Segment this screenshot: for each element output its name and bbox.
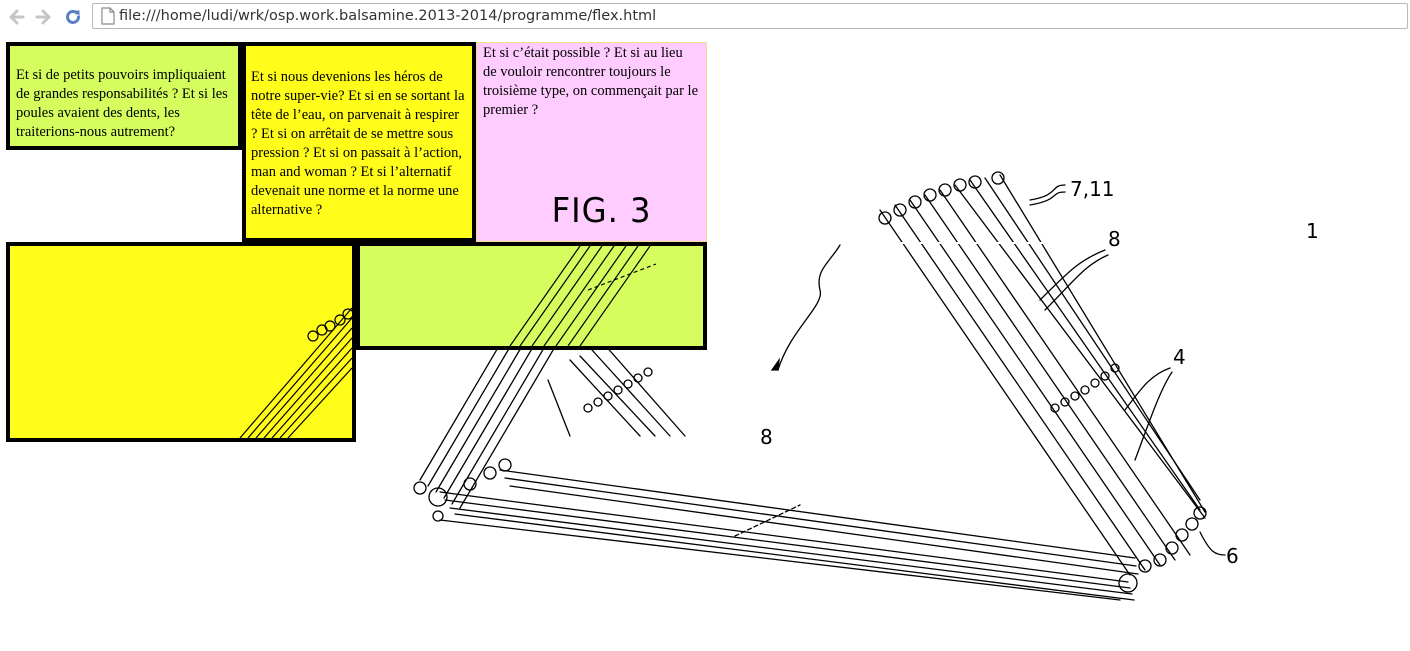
- browser-toolbar: file:///home/ludi/wrk/osp.work.balsamine…: [0, 0, 1410, 34]
- back-button[interactable]: [4, 5, 28, 29]
- box2-text: Et si nous devenions les héros de notre …: [251, 69, 465, 218]
- reload-icon: [66, 9, 80, 24]
- color-box-lime: [356, 242, 707, 350]
- reload-button[interactable]: [61, 5, 85, 29]
- figure-label-4: 4: [1173, 345, 1186, 369]
- back-arrow-icon: [9, 9, 25, 25]
- figure-label-1: 1: [1306, 219, 1319, 243]
- figure-label-7-11: 7,11: [1070, 177, 1115, 201]
- text-box-yellow: Et si nous devenions les héros de notre …: [242, 42, 476, 242]
- url-text[interactable]: file:///home/ludi/wrk/osp.work.balsamine…: [119, 8, 656, 24]
- text-box-lime: Et si de petits pouvoirs impliquaient de…: [6, 42, 242, 150]
- page-icon: [101, 7, 115, 25]
- page-viewport: 7,11 1 4 6 8 8 Et si de petits pouvoirs …: [0, 34, 1410, 651]
- box1-text: Et si de petits pouvoirs impliquaient de…: [16, 67, 228, 140]
- box5-drawing: [509, 246, 657, 346]
- forward-button[interactable]: [32, 5, 56, 29]
- figure-label-6: 6: [1226, 544, 1239, 568]
- address-bar[interactable]: file:///home/ludi/wrk/osp.work.balsamine…: [92, 3, 1408, 29]
- color-box-yellow: [6, 242, 356, 442]
- figure-caption: FIG. 3: [551, 191, 652, 231]
- forward-arrow-icon: [35, 9, 51, 25]
- text-box-pink: Et si c’était possible ? Et si au lieu d…: [476, 42, 707, 242]
- figure-label-8-top: 8: [1108, 227, 1121, 251]
- box4-drawing: [239, 307, 352, 438]
- box3-text: Et si c’était possible ? Et si au lieu d…: [483, 45, 699, 118]
- figure-label-8-bottom: 8: [760, 425, 773, 449]
